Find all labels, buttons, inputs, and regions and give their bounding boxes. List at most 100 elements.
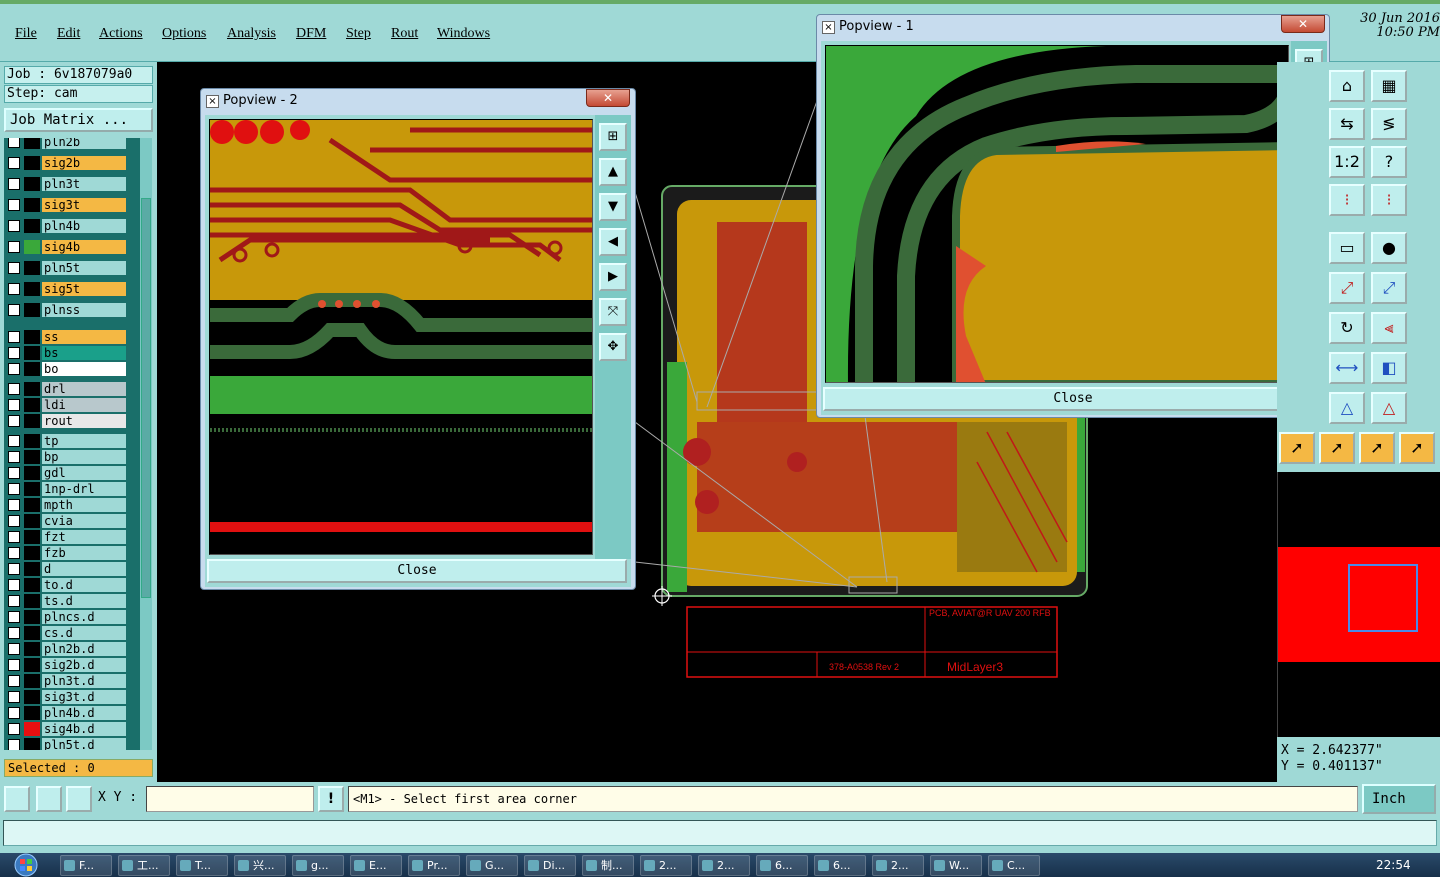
pan-down-icon[interactable]: ▼ (599, 193, 627, 221)
layer-color-swatch[interactable] (24, 346, 40, 360)
taskbar-task[interactable]: T... (176, 855, 228, 876)
layer-name[interactable]: tp (42, 434, 126, 448)
layer-checkbox[interactable] (8, 739, 20, 750)
taskbar-task[interactable]: g... (292, 855, 344, 876)
layer-color-swatch[interactable] (24, 398, 40, 412)
layer-name[interactable]: cs.d (42, 626, 126, 640)
select-circle-icon[interactable]: ➚ (1359, 432, 1395, 464)
layer-checkbox[interactable] (8, 451, 20, 463)
popview-2-close-button[interactable]: Close (207, 559, 627, 583)
scroll-thumb[interactable] (141, 198, 151, 598)
layer-name[interactable]: pln3t.d (42, 674, 126, 688)
layer-name[interactable]: d (42, 562, 126, 576)
layer-row[interactable]: gdl (4, 465, 140, 481)
layer-checkbox[interactable] (8, 659, 20, 671)
popview-2-window[interactable]: × Popview - 2 ✕ ⊞ ▲ ▼ ◀ ▶ ⤧ ✥ Close (200, 88, 636, 590)
layer-color-swatch[interactable] (24, 674, 40, 688)
layer-row[interactable]: pln3t.d (4, 673, 140, 689)
layer-row[interactable]: sig3t.d (4, 689, 140, 705)
popview-1-window[interactable]: × Popview - 1 ✕ ⊞ ▲ ▼ ◀ ▶ ⤧ ✥ Close (816, 14, 1330, 418)
layer-row[interactable]: pln2b.d (4, 641, 140, 657)
layer-color-swatch[interactable] (24, 594, 40, 608)
layer-name[interactable]: pln2b (42, 138, 126, 149)
layer-name[interactable]: sig3t.d (42, 690, 126, 704)
layer-name[interactable]: pln2b.d (42, 642, 126, 656)
layer-color-swatch[interactable] (24, 498, 40, 512)
layer-name[interactable]: bo (42, 362, 126, 376)
layer-color-swatch[interactable] (24, 414, 40, 428)
layer-checkbox[interactable] (8, 515, 20, 527)
layer-color-swatch[interactable] (24, 330, 40, 344)
layer-checkbox[interactable] (8, 331, 20, 343)
layer-color-swatch[interactable] (24, 156, 40, 170)
pan-up-icon[interactable]: ▲ (599, 158, 627, 186)
layer-checkbox[interactable] (8, 399, 20, 411)
layer-name[interactable]: ts.d (42, 594, 126, 608)
zoom-fit-icon[interactable]: ⤧ (599, 298, 627, 326)
layer-name[interactable]: bp (42, 450, 126, 464)
measure-blue-icon[interactable]: ⤢ (1371, 272, 1407, 304)
menu-rout[interactable]: Rout (391, 26, 418, 42)
layer-checkbox[interactable] (8, 435, 20, 447)
split-icon[interactable]: ⫷ (1371, 312, 1407, 344)
close-icon[interactable]: ✕ (1281, 15, 1325, 33)
layer-name[interactable]: sig2b.d (42, 658, 126, 672)
layer-color-swatch[interactable] (24, 362, 40, 376)
layer-row[interactable]: rout (4, 413, 140, 429)
layer-row[interactable]: bs (4, 345, 140, 361)
menu-file[interactable]: File (15, 26, 37, 42)
taskbar-task[interactable]: 制... (582, 855, 634, 876)
grid-icon[interactable] (66, 786, 92, 812)
snap-icon[interactable]: ⁝ (1371, 184, 1407, 216)
taskbar-task[interactable]: 工... (118, 855, 170, 876)
layer-checkbox[interactable] (8, 675, 20, 687)
layer-checkbox[interactable] (8, 595, 20, 607)
pan-left-icon[interactable]: ◀ (599, 228, 627, 256)
layer-row[interactable]: sig3t (4, 197, 140, 213)
layer-row[interactable]: mpth (4, 497, 140, 513)
measure-icon[interactable]: ⤢ (1329, 272, 1365, 304)
mirror-icon[interactable]: ≶ (1371, 108, 1407, 140)
window-grid-icon[interactable]: ▦ (1371, 70, 1407, 102)
taskbar-task[interactable]: 6... (814, 855, 866, 876)
layer-checkbox[interactable] (8, 383, 20, 395)
layer-row[interactable]: pln3t (4, 176, 140, 192)
layer-name[interactable]: rout (42, 414, 126, 428)
layer-checkbox[interactable] (8, 283, 20, 295)
xy-input[interactable] (146, 786, 314, 812)
layer-row[interactable]: cvia (4, 513, 140, 529)
taskbar-task[interactable]: C... (988, 855, 1040, 876)
layer-color-swatch[interactable] (24, 706, 40, 720)
layer-row[interactable]: pln4b.d (4, 705, 140, 721)
layer-checkbox[interactable] (8, 138, 20, 148)
taskbar-task[interactable]: Di... (524, 855, 576, 876)
layer-checkbox[interactable] (8, 579, 20, 591)
taskbar-task[interactable]: E... (350, 855, 402, 876)
layer-color-swatch[interactable] (24, 642, 40, 656)
taskbar-task[interactable]: Pr... (408, 855, 460, 876)
layer-color-swatch[interactable] (24, 578, 40, 592)
layer-color-swatch[interactable] (24, 626, 40, 640)
layer-color-swatch[interactable] (24, 240, 40, 254)
layer-row[interactable]: sig4b (4, 239, 140, 255)
layer-row[interactable]: plncs.d (4, 609, 140, 625)
menu-edit[interactable]: Edit (57, 26, 80, 42)
popview-2-viewport[interactable] (209, 119, 593, 555)
distance-icon[interactable]: ⟷ (1329, 352, 1365, 384)
layer-checkbox[interactable] (8, 547, 20, 559)
layer-checkbox[interactable] (8, 723, 20, 735)
popview-1-close-button[interactable]: Close (823, 387, 1323, 411)
zoom-diag-icon[interactable] (36, 786, 62, 812)
flip-icon[interactable]: ⇆ (1329, 108, 1365, 140)
layer-checkbox[interactable] (8, 199, 20, 211)
taskbar-task[interactable]: 兴... (234, 855, 286, 876)
layer-name[interactable]: 1np-drl (42, 482, 126, 496)
layer-checkbox[interactable] (8, 241, 20, 253)
layer-color-swatch[interactable] (24, 382, 40, 396)
menu-dfm[interactable]: DFM (296, 26, 326, 42)
layer-color-swatch[interactable] (24, 434, 40, 448)
taskbar-task[interactable]: 2... (872, 855, 924, 876)
help-icon[interactable]: ? (1371, 146, 1407, 178)
select-arrow-icon[interactable]: ➚ (1279, 432, 1315, 464)
layer-row[interactable]: pln5t.d (4, 737, 140, 750)
